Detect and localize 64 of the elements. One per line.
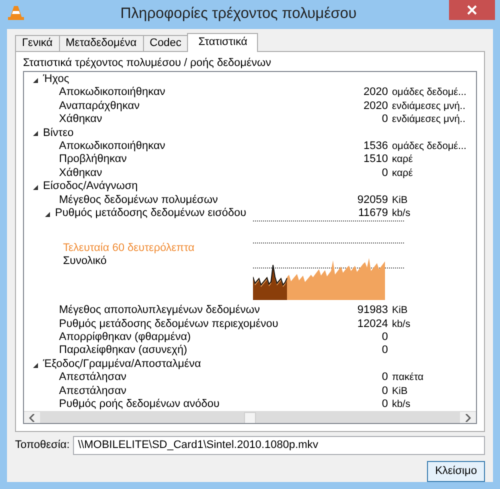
stat-unit: KiB — [392, 305, 408, 316]
scroll-thumb[interactable] — [244, 412, 256, 423]
stat-label: Ρυθμός ροής δεδομένων ανόδου — [59, 398, 220, 412]
scroll-right-icon[interactable] — [465, 414, 471, 422]
stat-unit: ενδιάμεσες μνή.. — [392, 100, 466, 112]
stat-unit: καρέ — [392, 168, 413, 179]
stat-label: Απεστάλησαν — [59, 371, 126, 385]
stat-value: 0 — [382, 331, 388, 344]
close-icon — [467, 5, 477, 15]
stat-value: 0 — [382, 344, 388, 356]
stat-value: 92059 — [357, 194, 388, 206]
stat-label: Αποκωδικοποιήθηκαν — [59, 140, 166, 154]
stat-label: Αναπαράχθηκαν — [59, 100, 140, 114]
stat-label: Προβλήθηκαν — [59, 153, 127, 167]
stat-value: 1536 — [364, 140, 388, 152]
stat-label: Μέγεθος αποπολυπλεγμένων δεδομένων — [59, 304, 260, 318]
stat-label: Ρυθμός μετάδοσης δεδομένων περιεχομένου — [59, 318, 278, 332]
window-title: Πληροφορίες τρέχοντος πολυμέσου — [119, 4, 358, 24]
scroll-left-icon[interactable] — [29, 414, 35, 422]
stat-value: 0 — [382, 371, 388, 384]
tree-group-label[interactable]: Ρυθμός μετάδοσης δεδομένων εισόδου — [55, 206, 246, 220]
stat-label: Απορρίφθηκαν (φθαρμένα) — [59, 331, 191, 344]
tree-group-label[interactable]: Ήχος — [43, 73, 70, 86]
stat-unit: kb/s — [392, 318, 410, 330]
close-button[interactable] — [449, 0, 495, 20]
location-label: Τοποθεσία: — [15, 438, 71, 453]
stat-value: 1510 — [364, 153, 388, 166]
panel-heading: Στατιστικά τρέχοντος πολυμέσου / ροής δεδομένων — [23, 57, 272, 69]
tab[interactable]: Γενικά — [15, 35, 60, 51]
stat-value: 0 — [382, 384, 388, 397]
tab[interactable]: Στατιστικά — [187, 33, 258, 52]
stat-unit: πακέτα — [392, 372, 424, 384]
stat-unit: kb/s — [392, 208, 410, 219]
stat-unit: KiB — [392, 386, 408, 397]
stat-label: Παραλείφθηκαν (ασυνεχή) — [59, 344, 188, 358]
horizontal-scrollbar[interactable] — [24, 411, 476, 423]
stat-label: Χάθηκαν — [59, 166, 102, 180]
legend-total-label: Συνολικό — [63, 255, 108, 268]
tree-group-label[interactable]: Έξοδος/Γραμμένα/Αποσταλμένα — [43, 358, 201, 372]
stat-unit: ενδιάμεσες μνή.. — [392, 114, 466, 126]
tab[interactable]: Μεταδεδομένα — [58, 35, 144, 51]
vlc-cone-icon — [8, 4, 24, 20]
tree-group-label[interactable]: Βίντεο — [43, 126, 74, 140]
stat-value: 2020 — [364, 86, 388, 98]
close-button[interactable]: Κλείσιμο — [427, 461, 485, 482]
stat-value: 0 — [382, 398, 388, 410]
location-field[interactable]: \\MOBILELITE\SD_Card1\Sintel.2010.1080p.mkv — [73, 436, 485, 454]
stat-value: 0 — [382, 166, 388, 179]
stat-value: 12024 — [357, 318, 388, 330]
stat-label: Μέγεθος δεδομένων πολυμέσων — [59, 194, 218, 207]
stat-label: Χάθηκαν — [59, 113, 102, 127]
stat-unit: καρέ — [392, 154, 413, 166]
stat-value: 2020 — [364, 100, 388, 112]
stat-unit: ομάδες δεδομέ... — [392, 140, 466, 152]
stat-unit: KiB — [392, 194, 408, 206]
stat-unit: ομάδες δεδομέ... — [392, 87, 466, 98]
stat-label: Απεστάλησαν — [59, 384, 126, 398]
tree-group-label[interactable]: Είσοδος/Ανάγνωση — [43, 180, 138, 194]
stat-value: 11679 — [358, 206, 388, 219]
stat-label: Αποκωδικοποιήθηκαν — [59, 86, 166, 100]
stat-value: 0 — [382, 113, 388, 126]
stat-value: 91983 — [357, 304, 388, 316]
legend-recent-label: Τελευταία 60 δευτερόλεπτα — [63, 242, 196, 256]
stat-unit: kb/s — [392, 399, 410, 410]
